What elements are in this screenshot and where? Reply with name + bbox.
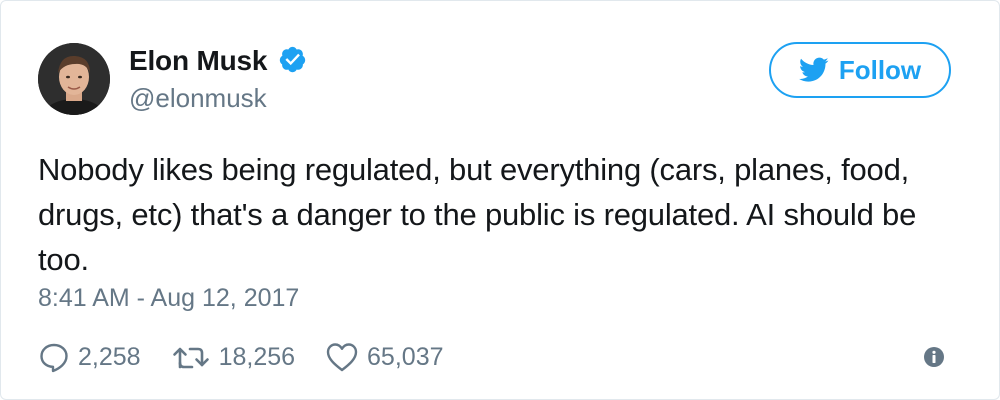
- author-block: Elon Musk @elonmusk: [129, 45, 307, 114]
- retweet-action[interactable]: 18,256: [171, 341, 295, 373]
- tweet-card: Elon Musk @elonmusk Follow Nobody likes …: [0, 0, 1000, 400]
- like-count: 65,037: [367, 342, 444, 371]
- avatar[interactable]: [38, 43, 110, 115]
- reply-action[interactable]: 2,258: [38, 341, 141, 373]
- reply-count: 2,258: [78, 342, 141, 371]
- like-action[interactable]: 65,037: [325, 341, 444, 373]
- author-handle[interactable]: @elonmusk: [129, 83, 307, 114]
- follow-button[interactable]: Follow: [769, 42, 951, 98]
- author-display-name[interactable]: Elon Musk: [129, 45, 267, 77]
- tweet-timestamp[interactable]: 8:41 AM - Aug 12, 2017: [38, 284, 299, 313]
- tweet-text: Nobody likes being regulated, but everyt…: [38, 152, 917, 277]
- verified-badge-icon: [278, 45, 307, 74]
- heart-icon: [326, 343, 358, 372]
- reply-icon: [40, 343, 68, 373]
- tweet-actions: 2,258 18,256 65,037: [38, 338, 474, 376]
- follow-button-label: Follow: [838, 54, 922, 85]
- info-icon[interactable]: [923, 346, 945, 368]
- twitter-bird-icon: [798, 57, 829, 82]
- retweet-count: 18,256: [218, 342, 296, 371]
- retweet-icon: [172, 347, 209, 369]
